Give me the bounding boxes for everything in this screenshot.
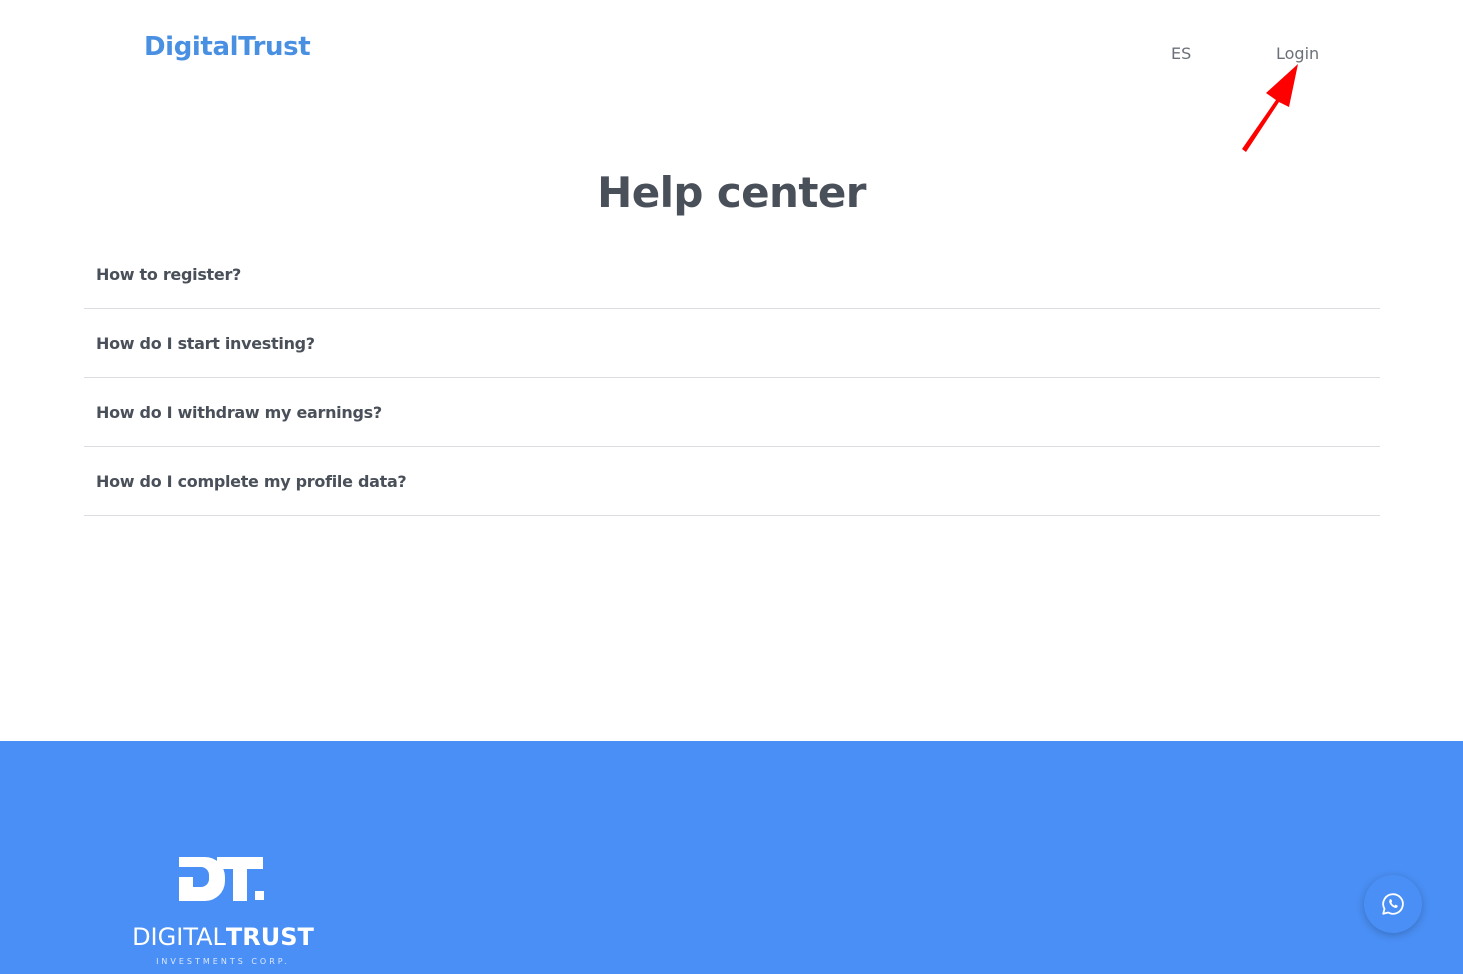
brand-logo-link[interactable]: DigitalTrust [144,32,311,62]
page-title: Help center [597,168,866,217]
site-header: DigitalTrust ES Login [0,0,1463,110]
faq-question: How do I start investing? [96,333,315,353]
faq-item-start-investing[interactable]: How do I start investing? [84,309,1380,378]
faq-question: How do I complete my profile data? [96,471,407,491]
site-footer: DIGITALTRUST INVESTMENTS CORP. [0,741,1463,974]
login-link[interactable]: Login [1276,44,1319,63]
footer-logo-name-light: DIGITAL [132,923,226,951]
faq-item-withdraw-earnings[interactable]: How do I withdraw my earnings? [84,378,1380,447]
faq-question: How do I withdraw my earnings? [96,402,382,422]
whatsapp-chat-button[interactable] [1364,875,1422,933]
language-switch-link[interactable]: ES [1171,44,1191,63]
footer-logo-name-bold: TRUST [225,923,314,951]
faq-item-complete-profile[interactable]: How do I complete my profile data? [84,447,1380,516]
dt-monogram-icon [179,857,264,901]
faq-question: How to register? [96,264,242,284]
footer-logo-wordmark: DIGITALTRUST [121,923,325,951]
footer-logo-tagline: INVESTMENTS CORP. [156,957,290,966]
footer-logo: DIGITALTRUST INVESTMENTS CORP. [121,855,325,970]
faq-list: How to register? How do I start investin… [84,240,1380,516]
whatsapp-icon [1382,893,1404,915]
faq-item-register[interactable]: How to register? [84,240,1380,309]
